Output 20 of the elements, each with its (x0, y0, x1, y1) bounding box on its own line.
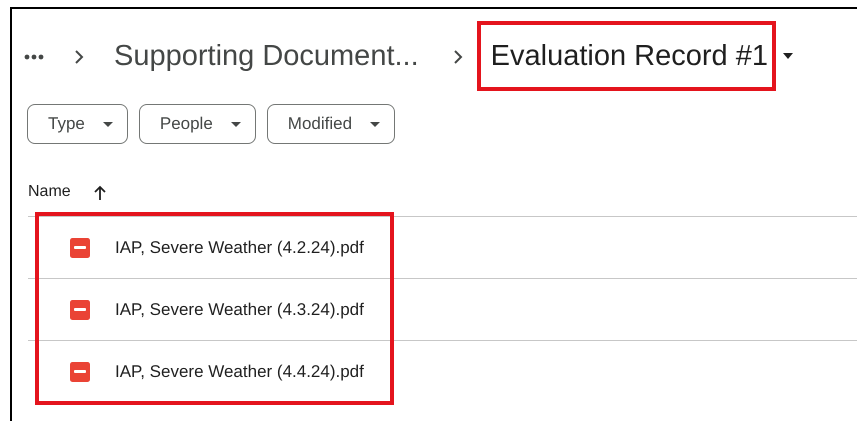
column-header[interactable]: Name (28, 180, 71, 204)
caret-icon (102, 122, 113, 126)
pdf-file-icon (69, 298, 91, 320)
breadcrumb-link[interactable]: Supporting Document... (114, 34, 419, 78)
pdf-file-icon (69, 360, 91, 382)
filter-chip[interactable]: Modified (266, 104, 396, 144)
filter-chip[interactable]: People (138, 104, 256, 144)
chevron-icon (74, 48, 84, 64)
caret-icon (370, 122, 380, 126)
current-folder-title[interactable]: Evaluation Record #1 (490, 34, 768, 78)
more-icon[interactable] (24, 54, 44, 60)
file-name[interactable]: IAP, Severe Weather (4.2.24).pdf (115, 234, 364, 260)
file-name[interactable]: IAP, Severe Weather (4.4.24).pdf (115, 358, 364, 384)
pdf-file-icon (69, 236, 91, 258)
file-name[interactable]: IAP, Severe Weather (4.3.24).pdf (115, 296, 364, 322)
chevron-icon (452, 48, 463, 64)
filter-chip[interactable]: Type (27, 104, 128, 144)
caret-icon[interactable] (782, 53, 794, 60)
sort-arrow-icon[interactable] (92, 184, 107, 200)
caret-icon (230, 122, 241, 126)
